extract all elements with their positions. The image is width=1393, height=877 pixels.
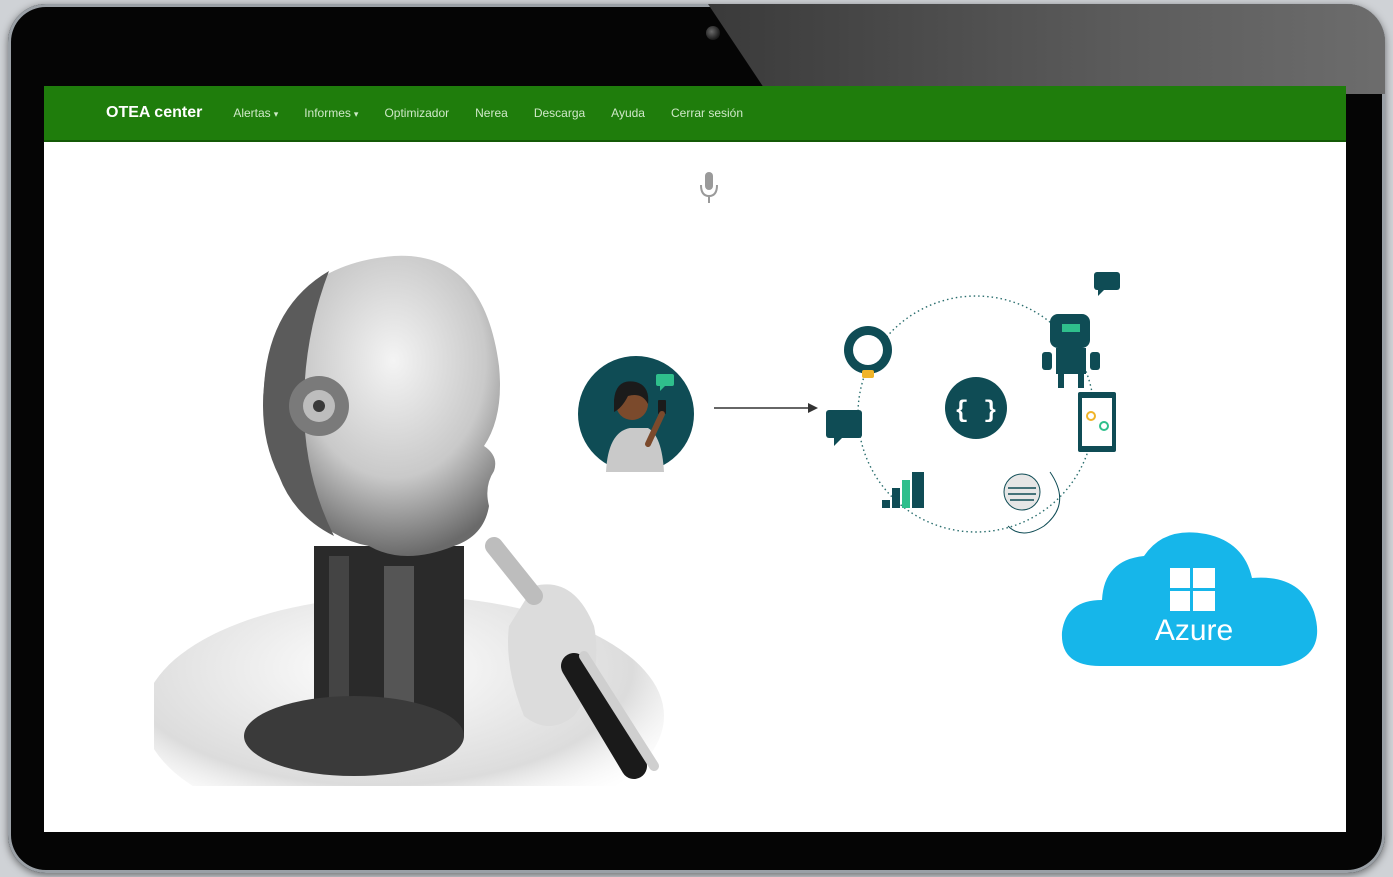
person-phone-avatar [578, 356, 694, 472]
flow-arrow [714, 403, 818, 413]
lightbulb-icon [844, 326, 892, 378]
robot-icon [1042, 272, 1120, 388]
brand-link[interactable]: OTEA center [106, 104, 202, 122]
nav-informes-label: Informes [304, 106, 351, 120]
nav-alertas-label: Alertas [233, 106, 271, 120]
nav-ayuda[interactable]: Ayuda [611, 106, 645, 120]
chevron-down-icon: ▾ [353, 109, 359, 119]
azure-cloud-logo [1061, 532, 1318, 666]
nav-nerea[interactable]: Nerea [475, 106, 508, 120]
code-braces-icon: { } [945, 377, 1007, 439]
thinking-robot-illustration [154, 255, 664, 786]
top-navbar: OTEA center Alertas ▾ Informes ▾ Optimizad… [44, 86, 1346, 142]
chat-bubble-icon [826, 410, 862, 446]
screen-glare [708, 4, 1385, 94]
laptop-bezel: OTEA center Alertas ▾ Informes ▾ Optimizad… [8, 4, 1385, 873]
nav-cerrar-sesion[interactable]: Cerrar sesión [671, 106, 743, 120]
microphone-icon[interactable] [698, 170, 720, 206]
phone-map-icon [1078, 392, 1116, 452]
azure-label: Azure [1154, 614, 1234, 647]
chevron-down-icon: ▾ [273, 109, 279, 119]
bot-service-cycle-diagram: { } [826, 272, 1120, 534]
feedback-loop-icon [1003, 471, 1061, 534]
nav-descarga[interactable]: Descarga [534, 106, 585, 120]
bar-chart-icon [882, 472, 924, 508]
nav-optimizador[interactable]: Optimizador [384, 106, 449, 120]
svg-text:{ }: { } [954, 398, 997, 425]
browser-screen: OTEA center Alertas ▾ Informes ▾ Optimizad… [44, 86, 1346, 832]
webcam [706, 26, 720, 40]
nav-informes[interactable]: Informes ▾ [304, 106, 358, 120]
nav-alertas[interactable]: Alertas ▾ [233, 106, 278, 120]
